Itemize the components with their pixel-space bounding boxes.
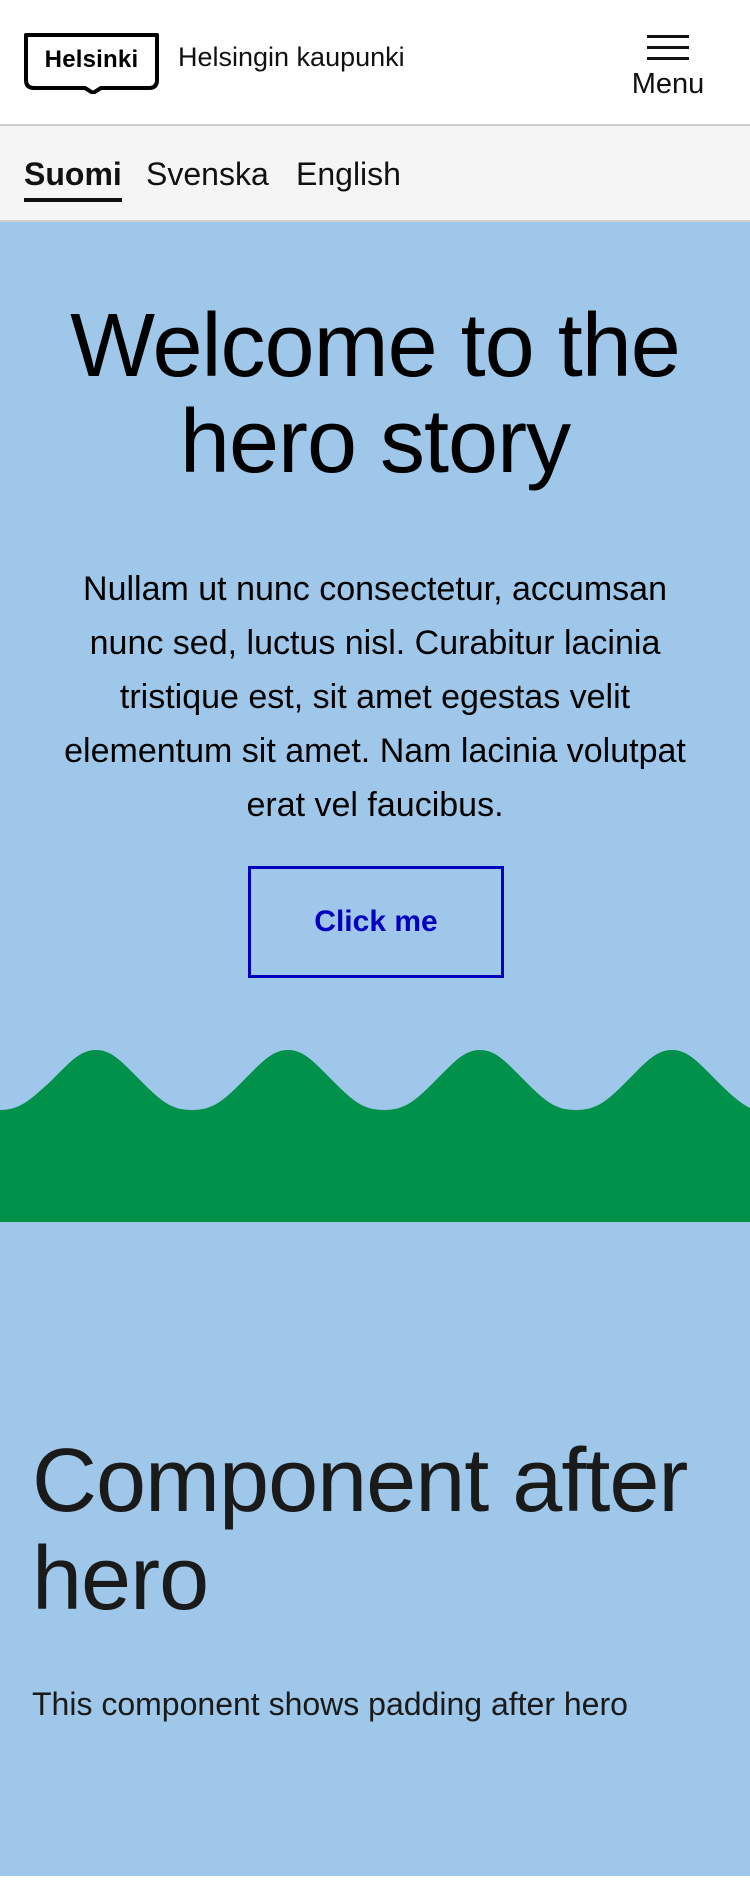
hamburger-icon	[647, 32, 689, 64]
hero-description: Nullam ut nunc consectetur, accumsan nun…	[64, 570, 686, 824]
menu-label: Menu	[631, 68, 705, 100]
hero-title: Welcome to the hero story	[70, 296, 681, 492]
component-after-hero: Component after hero This component show…	[0, 1222, 750, 1878]
koros-wave-decoration	[0, 1050, 750, 1222]
logo-text: Helsinki	[44, 46, 139, 73]
click-me-button[interactable]: Click me	[248, 866, 504, 978]
menu-button[interactable]: Menu	[626, 30, 710, 106]
page-bottom-edge	[0, 1876, 750, 1880]
language-option-suomi[interactable]: Suomi	[24, 156, 122, 202]
site-name[interactable]: Helsingin kaupunki	[178, 42, 405, 73]
language-selector: Suomi Svenska English	[0, 126, 750, 222]
site-header: Helsinki Helsingin kaupunki Menu	[0, 0, 750, 126]
language-option-english[interactable]: English	[296, 156, 401, 193]
hero-section: Welcome to the hero story Nullam ut nunc…	[0, 222, 750, 1222]
language-option-svenska[interactable]: Svenska	[146, 156, 269, 193]
helsinki-logo[interactable]: Helsinki	[23, 32, 163, 94]
component-title: Component after hero	[32, 1431, 688, 1629]
component-description: This component shows padding after hero	[32, 1686, 628, 1722]
